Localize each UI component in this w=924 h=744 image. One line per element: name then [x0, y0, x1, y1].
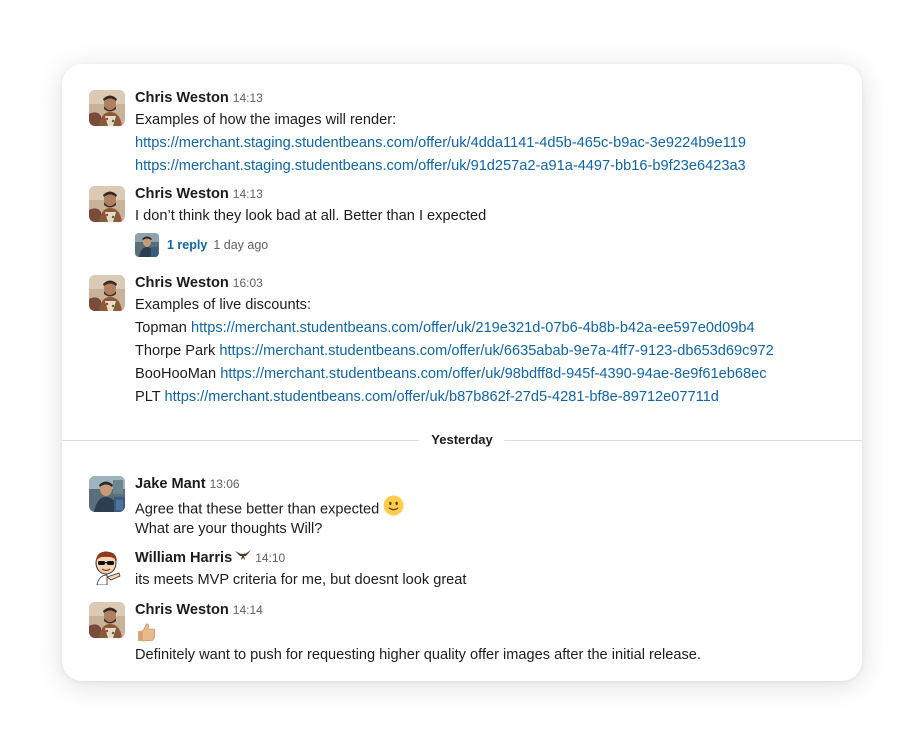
message-text: What are your thoughts Will? — [135, 521, 323, 537]
thumbs-up-icon[interactable] — [135, 621, 852, 644]
message-text: Examples of how the images will render: — [135, 112, 397, 128]
avatar[interactable] — [89, 90, 125, 126]
reply-time: 1 day ago — [213, 238, 269, 252]
slightly-smiling-face-icon[interactable] — [383, 495, 404, 524]
author-name[interactable]: Jake Mant — [135, 476, 206, 492]
author-name[interactable]: Chris Weston — [135, 275, 229, 291]
message-text: Examples of live discounts: — [135, 297, 312, 313]
merchant-name: Topman — [135, 320, 187, 336]
eagle-icon[interactable] — [235, 547, 252, 569]
message-link[interactable]: https://merchant.studentbeans.com/offer/… — [220, 366, 766, 382]
avatar[interactable] — [89, 275, 125, 311]
discount-row: Thorpe Park https://merchant.studentbean… — [135, 340, 852, 363]
avatar[interactable] — [89, 186, 125, 222]
merchant-name: Thorpe Park — [135, 343, 216, 359]
avatar[interactable] — [89, 549, 125, 585]
message-text: Agree that these better than expected — [135, 501, 380, 518]
message-text: I don’t think they look bad at all. Bett… — [135, 208, 487, 224]
message-link[interactable]: https://merchant.studentbeans.com/offer/… — [191, 320, 755, 336]
message-link[interactable]: https://merchant.studentbeans.com/offer/… — [219, 343, 773, 359]
timestamp[interactable]: 14:13 — [233, 187, 263, 201]
timestamp[interactable]: 13:06 — [210, 477, 240, 491]
timestamp[interactable]: 16:03 — [233, 276, 263, 290]
discount-row: PLT https://merchant.studentbeans.com/of… — [135, 386, 852, 409]
merchant-name: PLT — [135, 389, 161, 405]
timestamp[interactable]: 14:13 — [233, 91, 263, 105]
avatar[interactable] — [89, 602, 125, 638]
message-feed: Chris Weston 14:13 Examples of how the im… — [62, 64, 862, 681]
author-name[interactable]: Chris Weston — [135, 90, 229, 106]
day-divider-label[interactable]: Yesterday — [419, 430, 505, 450]
author-name[interactable]: Chris Weston — [135, 186, 229, 202]
author-name[interactable]: William Harris — [135, 550, 232, 566]
avatar[interactable] — [89, 476, 125, 512]
author-name[interactable]: Chris Weston — [135, 602, 229, 618]
merchant-name: BooHooMan — [135, 366, 217, 382]
message-link[interactable]: https://merchant.studentbeans.com/offer/… — [164, 389, 718, 405]
message-link[interactable]: https://merchant.staging.studentbeans.co… — [135, 135, 746, 151]
message-text: its meets MVP criteria for me, but doesn… — [135, 572, 467, 588]
timestamp[interactable]: 14:10 — [255, 551, 285, 565]
timestamp[interactable]: 14:14 — [233, 603, 263, 617]
message-link[interactable]: https://merchant.staging.studentbeans.co… — [135, 158, 746, 174]
message-text: Definitely want to push for requesting h… — [135, 647, 701, 663]
thread-reply-avatar — [135, 233, 159, 257]
discount-row: Topman https://merchant.studentbeans.com… — [135, 317, 852, 340]
thread-summary[interactable]: 1 reply 1 day ago — [135, 230, 852, 260]
discount-row: BooHooMan https://merchant.studentbeans.… — [135, 363, 852, 386]
reply-count-link[interactable]: 1 reply — [167, 238, 207, 252]
